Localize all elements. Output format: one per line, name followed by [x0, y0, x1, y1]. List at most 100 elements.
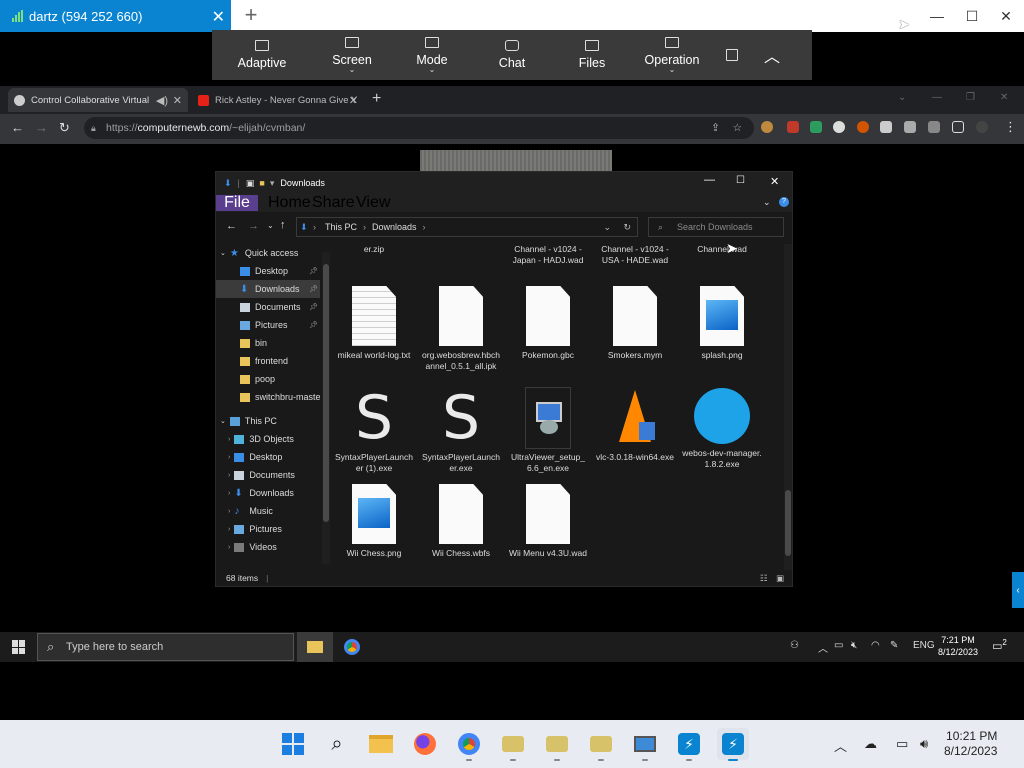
nav-scrollbar-thumb[interactable] — [323, 264, 329, 522]
extension-icon[interactable] — [833, 121, 845, 133]
nav-pc-downloads[interactable]: › ⬇ Downloads — [216, 484, 320, 502]
chrome-close-button[interactable]: ✕ — [1000, 92, 1008, 103]
volume-muted-icon[interactable]: 🔇︎ — [851, 640, 857, 651]
minimize-button[interactable]: — — [920, 0, 954, 32]
nav-pc-pictures[interactable]: › Pictures — [216, 520, 320, 538]
anydesk-active-icon[interactable]: ⚡︎ — [717, 728, 749, 760]
tab-search-icon[interactable]: ⌄ — [898, 92, 906, 103]
nav-pc-desktop[interactable]: › Desktop — [216, 448, 320, 466]
side-panel-icon[interactable] — [952, 121, 964, 133]
app-icon[interactable] — [499, 730, 527, 758]
ex-forward-button[interactable]: → — [248, 220, 259, 232]
people-icon[interactable]: ⚇ — [790, 640, 799, 651]
toolbar-chat-button[interactable]: Chat — [472, 30, 552, 80]
file-item[interactable]: S SyntaxPlayerLauncher.exe — [421, 388, 501, 473]
extension-icon[interactable] — [857, 121, 869, 133]
address-dropdown-icon[interactable]: ⌄ — [603, 222, 611, 233]
ublock-extension-icon[interactable] — [787, 121, 799, 133]
ex-close-button[interactable]: ✕ — [770, 175, 779, 188]
chrome-restore-button[interactable]: ❐ — [966, 92, 975, 103]
windows-start-icon[interactable] — [279, 730, 307, 758]
ribbon-tab-home[interactable]: Home — [268, 194, 311, 211]
nav-folder-switchbru[interactable]: switchbru-maste — [216, 388, 320, 406]
nav-pictures[interactable]: Pictures 📌︎ — [216, 316, 320, 334]
back-button[interactable]: ← — [11, 120, 24, 135]
session-tab[interactable]: dartz (594 252 660) ✕ — [0, 0, 231, 32]
file-item[interactable]: Wii Menu v4.3U.wad — [508, 484, 588, 559]
remote-clock[interactable]: 7:21 PM 8/12/2023 — [938, 634, 978, 658]
recent-locations-icon[interactable]: ⌄ — [267, 221, 274, 230]
ex-minimize-button[interactable]: — — [704, 174, 715, 186]
toolbar-screen-button[interactable]: Screen ⌄ — [312, 30, 392, 80]
pen-icon[interactable]: ✎ — [890, 640, 898, 651]
anydesk-icon[interactable]: ⚡︎ — [675, 730, 703, 758]
new-tab-button[interactable]: + — [372, 90, 381, 108]
file-item[interactable]: Channel.wad — [682, 244, 762, 255]
ribbon-tab-share[interactable]: Share — [312, 194, 355, 211]
ribbon-expand-icon[interactable]: ⌄ — [763, 197, 771, 208]
reload-button[interactable]: ↻ — [59, 120, 70, 136]
close-session-icon[interactable]: ✕ — [212, 7, 225, 27]
media-control-icon[interactable] — [928, 121, 940, 133]
ribbon-tab-view[interactable]: View — [356, 194, 390, 211]
chrome-tab[interactable]: Rick Astley - Never Gonna Give Y ✕ — [192, 88, 364, 112]
chrome-minimize-button[interactable]: — — [932, 92, 942, 103]
tray-overflow-icon[interactable]: ︿ — [818, 640, 828, 655]
nav-desktop[interactable]: Desktop 📌︎ — [216, 262, 320, 280]
share-icon[interactable]: ⇪ — [711, 122, 720, 134]
toolbar-files-button[interactable]: Files — [552, 30, 632, 80]
file-item[interactable]: Channel - v1024 - USA - HADE.wad — [595, 244, 675, 265]
file-list-scrollbar-thumb[interactable] — [785, 490, 791, 556]
file-item[interactable]: Smokers.mym — [595, 286, 675, 361]
network-icon[interactable]: ◠ — [871, 640, 880, 651]
nav-3d-objects[interactable]: › 3D Objects — [216, 430, 320, 448]
ex-back-button[interactable]: ← — [226, 220, 237, 232]
nav-folder-poop[interactable]: poop — [216, 370, 320, 388]
close-tab-icon[interactable]: ✕ — [349, 94, 358, 107]
ex-up-button[interactable]: ↑ — [280, 219, 286, 231]
nav-quick-access[interactable]: ⌄ ★ Quick access — [216, 244, 320, 262]
nav-music[interactable]: › ♪ Music — [216, 502, 320, 520]
search-icon[interactable]: ⌕ — [323, 730, 351, 758]
file-item[interactable]: mikeal world-log.txt — [334, 286, 414, 361]
file-item[interactable]: S SyntaxPlayerLauncher (1).exe — [334, 388, 414, 473]
volume-icon[interactable]: 🔊︎ — [920, 736, 928, 752]
explorer-address-bar[interactable]: ⬇ › This PC › Downloads › ⌄ ↻ — [296, 217, 638, 237]
file-item[interactable]: org.webosbrew.hbchannel_0.5.1_all.ipk — [421, 286, 501, 371]
help-icon[interactable]: ? — [779, 197, 789, 207]
file-item[interactable]: splash.png — [682, 286, 762, 361]
battery-icon[interactable]: ▭ — [834, 640, 843, 651]
breadcrumb-downloads[interactable]: Downloads — [372, 222, 417, 232]
fullscreen-button[interactable] — [712, 30, 752, 80]
taskbar-explorer-button[interactable] — [297, 632, 333, 662]
file-item[interactable]: Channel - v1024 - Japan - HADJ.wad — [508, 244, 588, 265]
forward-button[interactable]: → — [35, 120, 48, 135]
chrome-menu-icon[interactable]: ⋮ — [1004, 119, 1017, 135]
ex-maximize-button[interactable]: ☐ — [736, 175, 745, 186]
close-tab-icon[interactable]: ✕ — [173, 94, 182, 107]
toolbar-adaptive-button[interactable]: Adaptive — [212, 30, 312, 80]
close-button[interactable]: ✕ — [989, 0, 1023, 32]
app-icon[interactable] — [543, 730, 571, 758]
refresh-icon[interactable]: ↻ — [623, 222, 631, 233]
file-item[interactable]: er.zip — [334, 244, 414, 255]
windows-start-icon[interactable] — [12, 640, 26, 654]
properties-icon[interactable]: ▣ — [246, 178, 255, 189]
nav-videos[interactable]: › Videos — [216, 538, 320, 556]
details-view-icon[interactable]: ☷ — [760, 573, 768, 584]
language-indicator[interactable]: ENG — [913, 640, 935, 651]
large-icons-view-icon[interactable]: ▣ — [776, 573, 784, 584]
explorer-search-input[interactable]: ⌕ Search Downloads — [648, 217, 784, 237]
remote-desktop-icon[interactable] — [631, 730, 659, 758]
chrome-tab-active[interactable]: Control Collaborative Virtual ◀) ✕ — [8, 88, 188, 112]
nav-documents[interactable]: Documents 📌︎ — [216, 298, 320, 316]
toolbar-operation-button[interactable]: Operation ⌄ — [632, 30, 712, 80]
nav-folder-frontend[interactable]: frontend — [216, 352, 320, 370]
cloud-off-icon[interactable]: ☁ — [864, 736, 877, 752]
profile-avatar[interactable] — [976, 121, 988, 133]
address-bar[interactable]: 🔒︎ https://computernewb.com/~elijah/cvmb… — [84, 117, 754, 139]
toolbar-mode-button[interactable]: Mode ⌄ — [392, 30, 472, 80]
file-item[interactable]: Pokemon.gbc — [508, 286, 588, 361]
nav-pc-documents[interactable]: › Documents — [216, 466, 320, 484]
tray-overflow-icon[interactable]: ︿ — [834, 736, 847, 755]
